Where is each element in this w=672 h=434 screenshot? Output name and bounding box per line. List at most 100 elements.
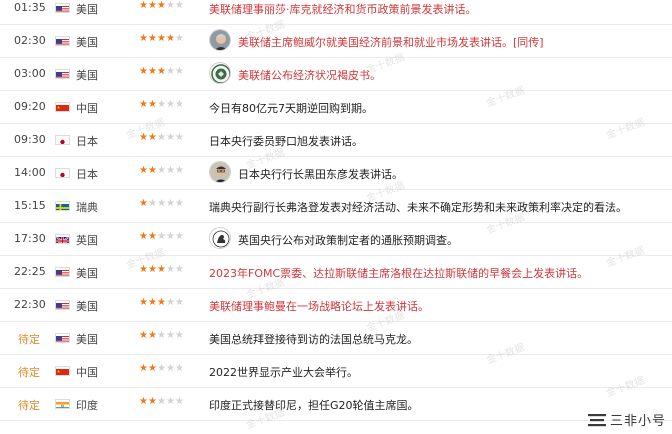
event-description[interactable]: 瑞典央行副行长弗洛登发表对经济活动、未来不确定形势和未来政策利率决定的看法。 bbox=[209, 199, 627, 215]
calendar-row[interactable]: 22:25 美国 ★★★★★ 2023年FOMC票委、达拉斯联储主席洛根在达拉斯联储的… bbox=[0, 256, 672, 289]
star-filled-icon: ★ bbox=[148, 0, 157, 11]
star-empty-icon: ★ bbox=[166, 264, 175, 275]
calendar-row[interactable]: 02:30 美国 ★★★★★ 美联储主席鲍威尔就美国经济前景和就业市场发表讲话。[同传… bbox=[0, 25, 672, 58]
event-description[interactable]: 印度正式接替印尼，担任G20轮值主席国。 bbox=[209, 397, 419, 413]
calendar-row[interactable]: 03:00 美国 ★★★★★ 美联储公布经济状况褐皮书。 bbox=[0, 58, 672, 91]
event-time: 22:25 bbox=[14, 265, 46, 278]
country-name: 美国 bbox=[76, 3, 98, 16]
star-empty-icon: ★ bbox=[175, 231, 184, 242]
event-description[interactable]: 美联储主席鲍威尔就美国经济前景和就业市场发表讲话。[同传] bbox=[238, 34, 544, 50]
event-time: 待定 bbox=[18, 399, 40, 412]
star-empty-icon: ★ bbox=[166, 231, 175, 242]
jp-flag-icon bbox=[55, 135, 70, 145]
star-empty-icon: ★ bbox=[157, 165, 166, 176]
calendar-row[interactable]: 待定 印度 ★★★★★ 印度正式接替印尼，担任G20轮值主席国。 bbox=[0, 388, 672, 421]
star-filled-icon: ★ bbox=[139, 66, 148, 77]
calendar-row[interactable]: 待定 中国 ★★★★★ 2022世界显示产业大会举行。 bbox=[0, 355, 672, 388]
star-empty-icon: ★ bbox=[175, 132, 184, 143]
star-empty-icon: ★ bbox=[175, 66, 184, 77]
star-filled-icon: ★ bbox=[148, 231, 157, 242]
star-filled-icon: ★ bbox=[157, 33, 166, 44]
event-description[interactable]: 美联储公布经济状况褐皮书。 bbox=[238, 67, 381, 83]
star-filled-icon: ★ bbox=[157, 66, 166, 77]
event-description[interactable]: 美国总统拜登接待到访的法国总统马克龙。 bbox=[209, 331, 418, 347]
event-description[interactable]: 英国央行公布对政策制定者的通胀预期调查。 bbox=[238, 232, 458, 248]
event-time: 01:35 bbox=[14, 1, 46, 14]
boe-avatar bbox=[209, 227, 231, 249]
star-filled-icon: ★ bbox=[148, 33, 157, 44]
country-name: 美国 bbox=[76, 36, 98, 49]
event-description[interactable]: 2022世界显示产业大会举行。 bbox=[209, 364, 358, 380]
star-filled-icon: ★ bbox=[139, 330, 148, 341]
gb-flag-icon bbox=[55, 234, 70, 244]
country-name: 日本 bbox=[76, 168, 98, 181]
star-filled-icon: ★ bbox=[148, 330, 157, 341]
event-time: 待定 bbox=[18, 366, 40, 379]
calendar-row[interactable]: 09:20 中国 ★★★★★ 今日有80亿元7天期逆回购到期。 bbox=[0, 91, 672, 124]
economic-calendar-list: 01:35 美国 ★★★★★ 美联储理事丽莎·库克就经济和货币政策前景发表讲话。 02:… bbox=[0, 0, 672, 421]
star-filled-icon: ★ bbox=[148, 363, 157, 374]
event-time: 09:20 bbox=[14, 100, 46, 113]
event-description[interactable]: 美联储理事丽莎·库克就经济和货币政策前景发表讲话。 bbox=[209, 1, 477, 17]
calendar-row[interactable]: 待定 美国 ★★★★★ 美国总统拜登接待到访的法国总统马克龙。 bbox=[0, 322, 672, 355]
star-filled-icon: ★ bbox=[139, 99, 148, 110]
star-filled-icon: ★ bbox=[139, 231, 148, 242]
star-filled-icon: ★ bbox=[139, 165, 148, 176]
star-filled-icon: ★ bbox=[148, 165, 157, 176]
event-description[interactable]: 今日有80亿元7天期逆回购到期。 bbox=[209, 100, 373, 116]
star-filled-icon: ★ bbox=[166, 33, 175, 44]
calendar-row[interactable]: 17:30 英国 ★★★★★ 英国央行公布对政策制定者的通胀预期调查。 bbox=[0, 223, 672, 256]
event-time: 09:30 bbox=[14, 133, 46, 146]
star-filled-icon: ★ bbox=[157, 297, 166, 308]
us-flag-icon bbox=[55, 333, 70, 343]
star-filled-icon: ★ bbox=[148, 264, 157, 275]
star-filled-icon: ★ bbox=[148, 396, 157, 407]
calendar-row[interactable]: 01:35 美国 ★★★★★ 美联储理事丽莎·库克就经济和货币政策前景发表讲话。 bbox=[0, 0, 672, 25]
star-filled-icon: ★ bbox=[139, 396, 148, 407]
country-name: 中国 bbox=[76, 102, 98, 115]
us-flag-icon bbox=[55, 69, 70, 79]
event-description[interactable]: 日本央行行长黑田东彦发表讲话。 bbox=[238, 166, 403, 182]
star-empty-icon: ★ bbox=[166, 297, 175, 308]
importance-stars: ★★★★★ bbox=[139, 363, 184, 374]
importance-stars: ★★★★★ bbox=[139, 231, 184, 242]
brand-logo: 三非小号 bbox=[587, 410, 666, 429]
star-empty-icon: ★ bbox=[166, 99, 175, 110]
star-empty-icon: ★ bbox=[175, 264, 184, 275]
event-description[interactable]: 日本央行委员野口旭发表讲话。 bbox=[209, 133, 363, 149]
event-time: 02:30 bbox=[14, 34, 46, 47]
star-empty-icon: ★ bbox=[175, 330, 184, 341]
country-name: 日本 bbox=[76, 135, 98, 148]
importance-stars: ★★★★★ bbox=[139, 0, 184, 11]
event-time: 待定 bbox=[18, 333, 40, 346]
fed-seal-avatar bbox=[209, 62, 231, 84]
star-empty-icon: ★ bbox=[175, 363, 184, 374]
importance-stars: ★★★★★ bbox=[139, 198, 184, 209]
brand-mark-icon bbox=[587, 412, 606, 427]
kuroda-avatar bbox=[209, 161, 231, 183]
star-filled-icon: ★ bbox=[139, 198, 148, 209]
star-empty-icon: ★ bbox=[175, 165, 184, 176]
star-filled-icon: ★ bbox=[148, 99, 157, 110]
star-empty-icon: ★ bbox=[166, 396, 175, 407]
us-flag-icon bbox=[55, 267, 70, 277]
star-empty-icon: ★ bbox=[175, 297, 184, 308]
star-empty-icon: ★ bbox=[175, 99, 184, 110]
calendar-row[interactable]: 22:30 美国 ★★★★★ 美联储理事鲍曼在一场战略论坛上发表讲话。 bbox=[0, 289, 672, 322]
cn-flag-icon bbox=[55, 366, 70, 376]
star-empty-icon: ★ bbox=[157, 99, 166, 110]
star-empty-icon: ★ bbox=[157, 132, 166, 143]
star-empty-icon: ★ bbox=[157, 198, 166, 209]
event-time: 14:00 bbox=[14, 166, 46, 179]
country-name: 瑞典 bbox=[76, 201, 98, 214]
importance-stars: ★★★★★ bbox=[139, 165, 184, 176]
country-name: 美国 bbox=[76, 300, 98, 313]
calendar-row[interactable]: 14:00 日本 ★★★★★ 日本央行行长黑田东彦发表讲话。 bbox=[0, 157, 672, 190]
calendar-row[interactable]: 15:15 瑞典 ★★★★★ 瑞典央行副行长弗洛登发表对经济活动、未来不确定形势和未来… bbox=[0, 190, 672, 223]
us-flag-icon bbox=[55, 36, 70, 46]
jp-flag-icon bbox=[55, 168, 70, 178]
event-time: 17:30 bbox=[14, 232, 46, 245]
star-filled-icon: ★ bbox=[139, 0, 148, 11]
star-empty-icon: ★ bbox=[148, 198, 157, 209]
calendar-row[interactable]: 09:30 日本 ★★★★★ 日本央行委员野口旭发表讲话。 bbox=[0, 124, 672, 157]
